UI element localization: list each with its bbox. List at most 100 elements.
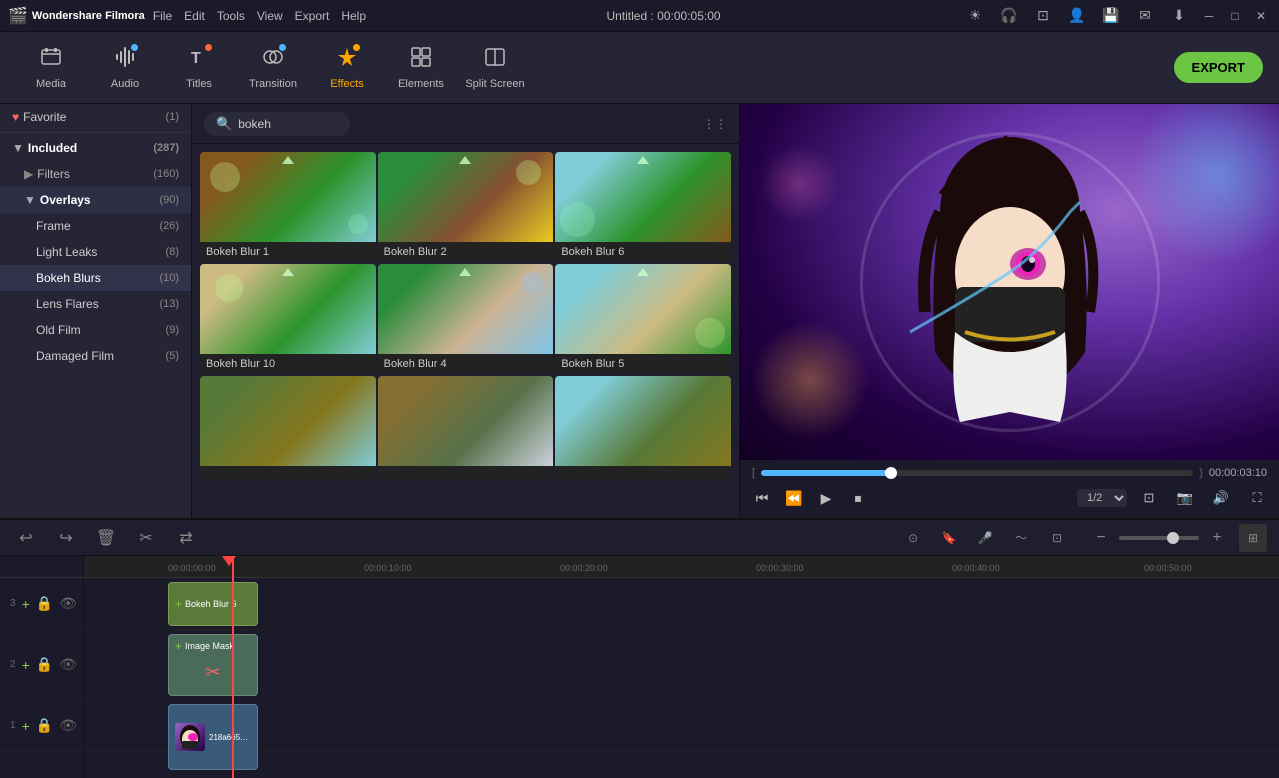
effects-sidebar: ♥ Favorite (1) ▼ Included (287) ▶ Filter… <box>0 104 192 518</box>
toolbar-effects[interactable]: Effects <box>312 38 382 98</box>
download-icon[interactable]: ⬇ <box>1165 2 1193 30</box>
snap-icon[interactable]: ⊙ <box>899 524 927 552</box>
track1-eye-icon[interactable]: 👁 <box>59 717 77 734</box>
filters-count: (160) <box>153 168 179 180</box>
effect-label-bokeh-blur-5: Bokeh Blur 5 <box>555 354 731 374</box>
zoom-in-button[interactable]: + <box>1203 524 1231 552</box>
search-input[interactable] <box>238 117 338 131</box>
menu-tools[interactable]: Tools <box>217 9 245 23</box>
effect-bokeh-blur-5[interactable]: + Bokeh Blur 5 <box>555 264 731 374</box>
track1-add-icon[interactable]: + <box>22 718 30 734</box>
clip-video[interactable]: 218a665b063b8 <box>168 704 258 770</box>
grid-options-icon[interactable]: ⋮⋮ <box>703 117 727 131</box>
screen-mode-icon[interactable]: ⊡ <box>1135 484 1163 512</box>
toolbar-transition[interactable]: Transition <box>238 38 308 98</box>
filters-label: Filters <box>37 167 70 181</box>
toolbar-titles[interactable]: T Titles <box>164 38 234 98</box>
sidebar-item-light-leaks[interactable]: Light Leaks (8) <box>0 239 191 265</box>
included-count: (287) <box>153 142 179 154</box>
clip-image-mask[interactable]: + Image Mask ✂ <box>168 634 258 696</box>
sidebar-item-lens-flares[interactable]: Lens Flares (13) <box>0 291 191 317</box>
ruler-mark-0: 00:00:00:00 <box>168 563 216 573</box>
effects-panel: 🔍 ⋮⋮ + Bokeh Blur 1 <box>192 104 739 518</box>
mail-icon[interactable]: ✉ <box>1131 2 1159 30</box>
track2-eye-icon[interactable]: 👁 <box>59 656 77 673</box>
effect-bokeh-blur-10[interactable]: + Bokeh Blur 10 <box>200 264 376 374</box>
zoom-out-button[interactable]: − <box>1087 524 1115 552</box>
effect-row3-3[interactable]: + <box>555 376 731 480</box>
save-icon[interactable]: 💾 <box>1097 2 1125 30</box>
marker-icon[interactable]: 🔖 <box>935 524 963 552</box>
progress-bar[interactable] <box>761 470 1193 476</box>
headset-icon[interactable]: 🎧 <box>995 2 1023 30</box>
step-back-button[interactable]: ⏪ <box>780 484 808 512</box>
close-button[interactable]: ✕ <box>1251 6 1271 26</box>
delete-button[interactable]: 🗑 <box>92 524 120 552</box>
adjust-button[interactable]: ⇄ <box>172 524 200 552</box>
effect-bokeh-blur-2[interactable]: + Bokeh Blur 2 <box>378 152 554 262</box>
quality-select[interactable]: 1/2 Full 1/4 <box>1077 489 1127 507</box>
effect-thumb-row3-3: + <box>555 376 731 466</box>
toolbar-elements[interactable]: Elements <box>386 38 456 98</box>
menu-file[interactable]: File <box>153 9 172 23</box>
minimize-button[interactable]: ─ <box>1199 6 1219 26</box>
maximize-button[interactable]: □ <box>1225 6 1245 26</box>
undo-button[interactable]: ↩ <box>12 524 40 552</box>
screenshot-icon[interactable]: 📷 <box>1171 484 1199 512</box>
sidebar-item-old-film[interactable]: Old Film (9) <box>0 317 191 343</box>
pip-icon[interactable]: ⊡ <box>1043 524 1071 552</box>
track3-eye-icon[interactable]: 👁 <box>59 595 77 612</box>
menu-edit[interactable]: Edit <box>184 9 205 23</box>
redo-button[interactable]: ↪ <box>52 524 80 552</box>
notification-icon[interactable]: ☀ <box>961 2 989 30</box>
effect-row3-1[interactable]: + <box>200 376 376 480</box>
track3-row: + Bokeh Blur 6 <box>84 578 1279 630</box>
sidebar-item-filters[interactable]: ▶ Filters (160) <box>0 161 191 187</box>
search-box[interactable]: 🔍 <box>204 112 350 136</box>
toolbar-split-screen[interactable]: Split Screen <box>460 38 530 98</box>
export-button[interactable]: EXPORT <box>1174 52 1263 83</box>
svg-text:T: T <box>191 50 201 67</box>
effect-bokeh-blur-1[interactable]: + Bokeh Blur 1 <box>200 152 376 262</box>
overlays-arrow-icon: ▼ <box>24 193 36 207</box>
audio-level-icon[interactable]: 🔊 <box>1207 484 1235 512</box>
rewind-button[interactable]: ⏮ <box>748 484 776 512</box>
progress-section: [ } 00:00:03:10 <box>748 464 1271 482</box>
zoom-controls: − + <box>1087 524 1231 552</box>
cut-button[interactable]: ✂ <box>132 524 160 552</box>
user-icon[interactable]: 👤 <box>1063 2 1091 30</box>
preview-video <box>740 104 1279 460</box>
wave-icon[interactable]: 〜 <box>1007 524 1035 552</box>
menu-export[interactable]: Export <box>295 9 330 23</box>
fit-timeline-button[interactable]: ⊞ <box>1239 524 1267 552</box>
fullscreen-icon[interactable]: ⛶ <box>1243 484 1271 512</box>
sidebar-item-included[interactable]: ▼ Included (287) <box>0 135 191 161</box>
menu-help[interactable]: Help <box>341 9 366 23</box>
mic-icon[interactable]: 🎤 <box>971 524 999 552</box>
favorite-count: (1) <box>166 111 179 123</box>
track3-lock-icon[interactable]: 🔒 <box>36 595 53 612</box>
progress-handle[interactable] <box>885 467 897 479</box>
zoom-slider[interactable] <box>1119 536 1199 540</box>
sidebar-item-favorite[interactable]: ♥ Favorite (1) <box>0 104 191 130</box>
zoom-handle[interactable] <box>1167 532 1179 544</box>
effect-bokeh-blur-4[interactable]: + Bokeh Blur 4 <box>378 264 554 374</box>
sidebar-item-bokeh-blurs[interactable]: Bokeh Blurs (10) <box>0 265 191 291</box>
clip-bokeh-blur-6[interactable]: + Bokeh Blur 6 <box>168 582 258 626</box>
toolbar-media[interactable]: Media <box>16 38 86 98</box>
sidebar-item-damaged-film[interactable]: Damaged Film (5) <box>0 343 191 369</box>
track3-add-icon[interactable]: + <box>22 596 30 612</box>
box-icon[interactable]: ⊡ <box>1029 2 1057 30</box>
sidebar-item-overlays[interactable]: ▼ Overlays (90) <box>0 187 191 213</box>
track2-lock-icon[interactable]: 🔒 <box>36 656 53 673</box>
effect-row3-2[interactable]: + <box>378 376 554 480</box>
menu-view[interactable]: View <box>257 9 283 23</box>
track2-add-icon[interactable]: + <box>22 657 30 673</box>
stop-button[interactable]: ⏹ <box>844 484 872 512</box>
effect-bokeh-blur-6[interactable]: + Bokeh Blur 6 <box>555 152 731 262</box>
sidebar-item-frame[interactable]: Frame (26) <box>0 213 191 239</box>
track1-lock-icon[interactable]: 🔒 <box>36 717 53 734</box>
play-button[interactable]: ▶ <box>812 484 840 512</box>
toolbar-audio[interactable]: Audio <box>90 38 160 98</box>
track1-header: 1 + 🔒 👁 <box>0 700 83 752</box>
